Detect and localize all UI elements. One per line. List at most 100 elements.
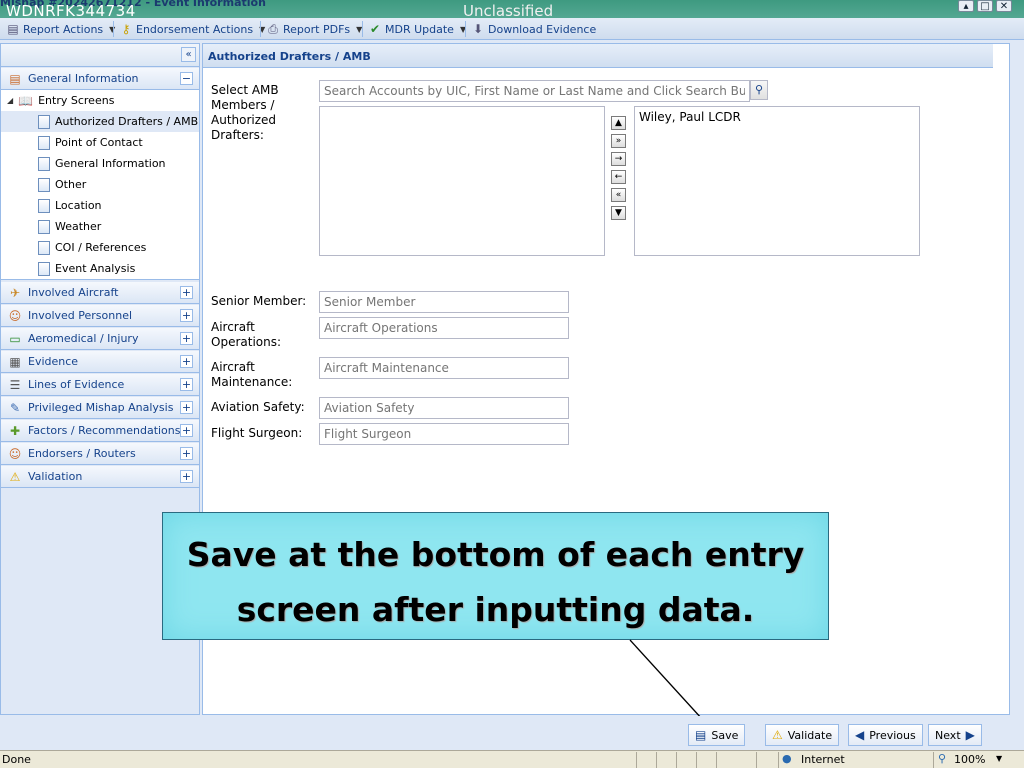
document-icon xyxy=(38,261,50,276)
download-evidence-button[interactable]: ⬇ Download Evidence xyxy=(471,20,596,38)
save-label: Save xyxy=(711,728,739,742)
report-actions-button[interactable]: ▤ Report Actions ▼ xyxy=(6,20,115,38)
zoom-control[interactable]: ⚲ 100% ▼ xyxy=(933,752,1024,768)
aviation-safety-field[interactable] xyxy=(319,397,569,419)
section-factors-recommendations[interactable]: ✚ Factors / Recommendations + xyxy=(1,420,199,442)
mdr-update-label: MDR Update xyxy=(385,22,454,36)
info-icon: ▤ xyxy=(9,71,21,86)
minimize-icon[interactable]: ▴ xyxy=(958,0,974,12)
list-item[interactable]: Wiley, Paul LCDR xyxy=(639,110,915,124)
move-right-icon[interactable]: → xyxy=(611,152,626,166)
lines-icon: ☰ xyxy=(9,377,21,392)
aviation-safety-label: Aviation Safety: xyxy=(211,400,305,414)
expand-icon[interactable]: + xyxy=(180,286,193,299)
section-aeromedical-injury[interactable]: ▭ Aeromedical / Injury + xyxy=(1,328,199,350)
expand-icon[interactable]: + xyxy=(180,378,193,391)
section-endorsers-routers[interactable]: ☺ Endorsers / Routers + xyxy=(1,443,199,465)
senior-member-field[interactable] xyxy=(319,291,569,313)
aircraft-operations-field[interactable] xyxy=(319,317,569,339)
instruction-callout: Save at the bottom of each entry screen … xyxy=(162,512,829,640)
move-all-right-icon[interactable]: » xyxy=(611,134,626,148)
expand-icon[interactable]: + xyxy=(180,424,193,437)
expand-icon[interactable]: + xyxy=(180,309,193,322)
expand-icon[interactable]: + xyxy=(180,401,193,414)
document-icon xyxy=(38,240,50,255)
tree-item-authorized-drafters[interactable]: Authorized Drafters / AMB xyxy=(1,111,199,132)
search-icon[interactable]: ⚲ xyxy=(750,80,768,100)
tree-item-point-of-contact[interactable]: Point of Contact xyxy=(38,132,143,153)
zone-label: Internet xyxy=(801,753,845,766)
move-bottom-icon[interactable]: ▼ xyxy=(611,206,626,220)
expand-icon[interactable]: + xyxy=(180,332,193,345)
section-general-information[interactable]: ▤ General Information − xyxy=(1,68,199,90)
chevron-down-icon[interactable]: ▼ xyxy=(996,754,1002,763)
section-involved-personnel[interactable]: ☺ Involved Personnel + xyxy=(1,305,199,327)
maximize-icon[interactable]: □ xyxy=(977,0,993,12)
section-privileged-mishap-analysis[interactable]: ✎ Privileged Mishap Analysis + xyxy=(1,397,199,419)
tree-node-label: Entry Screens xyxy=(38,94,115,107)
close-icon[interactable]: ✕ xyxy=(996,0,1012,12)
tree-item-label: Authorized Drafters / AMB xyxy=(55,115,199,128)
expand-icon[interactable]: + xyxy=(180,355,193,368)
flight-surgeon-label: Flight Surgeon: xyxy=(211,426,303,440)
status-cell xyxy=(696,752,716,768)
tree-item-coi-references[interactable]: COI / References xyxy=(38,237,146,258)
flight-surgeon-field[interactable] xyxy=(319,423,569,445)
analysis-icon: ✎ xyxy=(9,400,21,415)
section-label: Involved Personnel xyxy=(28,309,133,322)
zoom-level: 100% xyxy=(954,753,986,766)
section-evidence[interactable]: ▦ Evidence + xyxy=(1,351,199,373)
book-icon: 📖 xyxy=(18,93,34,108)
tree-item-other[interactable]: Other xyxy=(38,174,86,195)
previous-button[interactable]: ◀ Previous xyxy=(848,724,923,746)
tree-item-label: Other xyxy=(55,178,87,191)
tree-item-general-information[interactable]: General Information xyxy=(38,153,166,174)
expand-triangle-icon[interactable]: ◢ xyxy=(7,96,13,105)
aircraft-maintenance-field[interactable] xyxy=(319,357,569,379)
validate-label: Validate xyxy=(787,728,833,742)
endorsement-actions-label: Endorsement Actions xyxy=(136,22,254,36)
report-pdfs-button[interactable]: ⎙ Report PDFs ▼ xyxy=(266,20,362,38)
sidebar-header xyxy=(1,44,199,67)
move-top-icon[interactable]: ▲ xyxy=(611,116,626,130)
save-button[interactable]: ▤ Save xyxy=(688,724,746,746)
people-icon: ☺ xyxy=(8,308,22,323)
selected-members-list[interactable]: Wiley, Paul LCDR xyxy=(634,106,920,256)
section-validation[interactable]: ⚠ Validation + xyxy=(1,466,199,488)
tree-item-label: Event Analysis xyxy=(55,262,136,275)
entry-screens-tree: ◢ 📖 Entry Screens Authorized Drafters / … xyxy=(1,90,199,280)
toolbar-separator xyxy=(260,21,261,37)
next-button[interactable]: Next ▶ xyxy=(928,724,982,746)
account-search-input[interactable] xyxy=(319,80,750,102)
available-members-list[interactable] xyxy=(319,106,605,256)
arrow-left-icon: ◀ xyxy=(855,728,865,742)
validate-button[interactable]: ⚠ Validate xyxy=(765,724,840,746)
tree-item-label: Location xyxy=(55,199,102,212)
senior-member-label: Senior Member: xyxy=(211,294,307,308)
section-involved-aircraft[interactable]: ✈ Involved Aircraft + xyxy=(1,282,199,304)
warning-icon: ⚠ xyxy=(772,728,783,742)
tree-node-entry-screens[interactable]: ◢ 📖 Entry Screens xyxy=(7,90,114,111)
save-icon: ▤ xyxy=(695,728,707,742)
move-all-left-icon[interactable]: « xyxy=(611,188,626,202)
mdr-update-button[interactable]: ✔ MDR Update ▼ xyxy=(368,20,466,38)
evidence-icon: ▦ xyxy=(9,354,21,369)
download-icon: ⬇ xyxy=(472,22,484,36)
expand-icon[interactable]: + xyxy=(180,447,193,460)
move-left-icon[interactable]: ← xyxy=(611,170,626,184)
title-bar: Mishap #20242671212 - Event Information … xyxy=(0,0,1024,20)
report-pdfs-label: Report PDFs xyxy=(283,22,351,36)
tree-item-location[interactable]: Location xyxy=(38,195,102,216)
section-lines-of-evidence[interactable]: ☰ Lines of Evidence + xyxy=(1,374,199,396)
panel-title: Authorized Drafters / AMB xyxy=(203,44,993,68)
document-icon xyxy=(38,156,50,171)
tree-item-weather[interactable]: Weather xyxy=(38,216,101,237)
endorsement-actions-button[interactable]: ⚷ Endorsement Actions ▼ xyxy=(119,20,266,38)
status-cell xyxy=(756,752,776,768)
collapse-icon[interactable]: − xyxy=(180,72,193,85)
tree-item-label: COI / References xyxy=(55,241,147,254)
collapse-left-icon[interactable]: « xyxy=(181,47,196,62)
tree-item-event-analysis[interactable]: Event Analysis xyxy=(38,258,135,279)
section-label: Privileged Mishap Analysis xyxy=(28,401,174,414)
expand-icon[interactable]: + xyxy=(180,470,193,483)
